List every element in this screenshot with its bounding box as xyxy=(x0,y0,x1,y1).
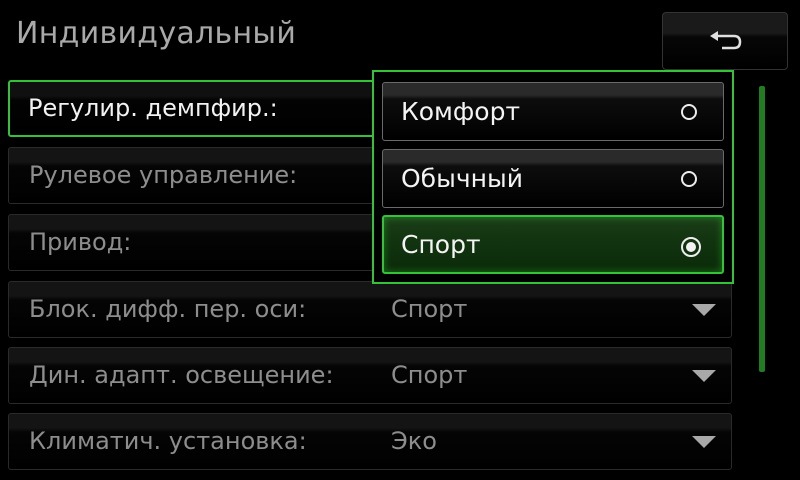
radio-button[interactable] xyxy=(681,104,697,120)
radio-button[interactable] xyxy=(681,171,697,187)
radio-selected-dot xyxy=(686,242,696,252)
setting-label: Рулевое управление: xyxy=(29,161,298,189)
back-button[interactable] xyxy=(662,12,788,70)
setting-label: Климатич. установка: xyxy=(29,427,307,455)
option-sport[interactable]: Спорт xyxy=(382,215,724,274)
option-comfort[interactable]: Комфорт xyxy=(382,82,724,141)
chevron-down-icon xyxy=(692,436,716,448)
setting-value: Спорт xyxy=(391,295,468,323)
setting-label: Регулир. демпфир.: xyxy=(28,94,278,122)
radio-button-selected[interactable] xyxy=(681,237,701,257)
scrollbar[interactable] xyxy=(759,86,765,372)
option-label: Комфорт xyxy=(401,97,521,126)
option-normal[interactable]: Обычный xyxy=(382,149,724,208)
option-popup: Комфорт Обычный Спорт xyxy=(372,70,734,284)
setting-value: Эко xyxy=(391,427,437,455)
setting-label: Привод: xyxy=(29,228,132,256)
page-title: Индивидуальный xyxy=(16,16,297,51)
setting-label: Блок. дифф. пер. оси: xyxy=(29,295,307,323)
chevron-down-icon xyxy=(692,370,716,382)
setting-label: Дин. адапт. освещение: xyxy=(29,361,334,389)
setting-row-climate[interactable]: Климатич. установка: Эко xyxy=(8,413,732,470)
setting-row-adaptive-lighting[interactable]: Дин. адапт. освещение: Спорт xyxy=(8,347,732,404)
chevron-down-icon xyxy=(692,304,716,316)
setting-value: Спорт xyxy=(391,361,468,389)
back-arrow-icon xyxy=(710,31,742,50)
setting-row-front-diff-lock[interactable]: Блок. дифф. пер. оси: Спорт xyxy=(8,281,732,338)
option-label: Обычный xyxy=(401,164,523,193)
option-label: Спорт xyxy=(401,230,481,259)
